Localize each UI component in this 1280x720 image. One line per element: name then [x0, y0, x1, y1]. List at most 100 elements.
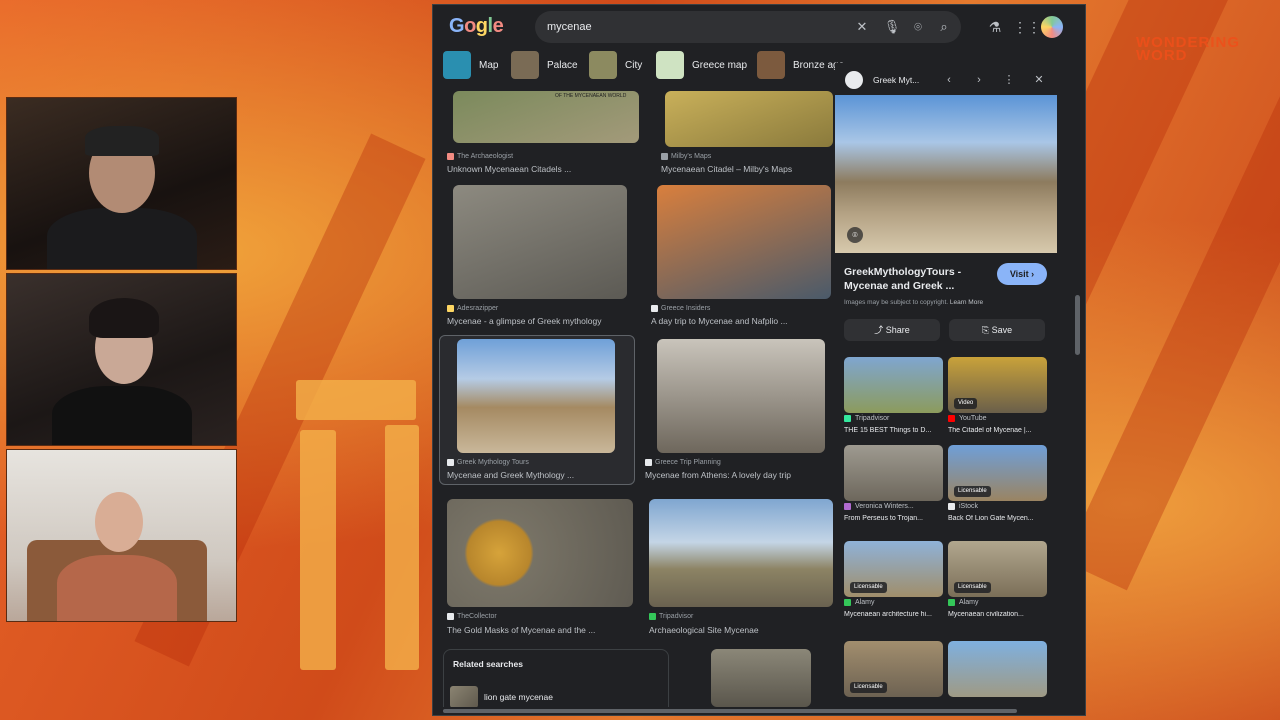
- related-image-thumb: Licensable: [844, 541, 943, 597]
- image-caption-text: OF THE MYCENAEAN WORLD: [555, 93, 627, 99]
- related-search-item[interactable]: lion gate mycenae: [450, 686, 553, 707]
- preview-title[interactable]: GreekMythologyTours - Mycenae and Greek …: [844, 265, 994, 293]
- search-box: ✕ 🎙 ⌾ ⌕: [535, 11, 961, 43]
- close-icon[interactable]: ✕: [1031, 72, 1047, 88]
- result-card-selected[interactable]: Greek Mythology Tours Mycenae and Greek …: [447, 339, 637, 485]
- result-title: Mycenaean Citadel – Milby's Maps: [661, 164, 793, 174]
- related-image-thumb: [844, 445, 943, 501]
- result-image: [453, 185, 627, 299]
- close-icon[interactable]: ✕: [853, 18, 871, 36]
- person-body: [47, 208, 197, 269]
- result-title: Archaeological Site Mycenae: [649, 625, 759, 635]
- result-source: Greece Insiders: [651, 305, 710, 312]
- licensable-badge: Licensable: [954, 582, 991, 593]
- related-image-source: Alamy: [844, 599, 874, 606]
- browser-window: Gogle ✕ 🎙 ⌾ ⌕ ⚗ ⋮⋮ Map Palace City Greec…: [432, 4, 1086, 716]
- share-icon: ⤴: [874, 325, 884, 335]
- hat: [85, 126, 159, 156]
- result-title: Mycenae and Greek Mythology ...: [447, 470, 575, 480]
- result-card[interactable]: Greece Insiders A day trip to Mycenae an…: [649, 185, 833, 331]
- related-image-source: Veronica Winters...: [844, 503, 914, 510]
- result-image: [649, 499, 833, 607]
- webcam-host-2: [6, 273, 237, 446]
- chevron-right-icon[interactable]: ›: [971, 72, 987, 88]
- result-source: Milby's Maps: [661, 153, 711, 160]
- webcam-host-1: [6, 97, 237, 270]
- result-card[interactable]: Greece Trip Planning Mycenae from Athens…: [643, 339, 833, 485]
- related-searches: Related searches lion gate mycenae: [443, 649, 669, 707]
- chevron-left-icon[interactable]: ‹: [941, 72, 957, 88]
- horizontal-scrollbar[interactable]: [443, 709, 1017, 713]
- chip-bronze-age[interactable]: Bronze age: [757, 49, 843, 81]
- related-thumbnail: [450, 686, 478, 707]
- related-image-source: Alamy: [948, 599, 978, 606]
- visit-button[interactable]: Visit ›: [997, 263, 1047, 285]
- source-favicon: [948, 415, 955, 422]
- chip-greece-map[interactable]: Greece map: [656, 49, 747, 81]
- search-input[interactable]: [547, 19, 847, 35]
- result-image: [457, 339, 615, 453]
- chip-palace[interactable]: Palace: [511, 49, 578, 81]
- related-image-title: Back Of Lion Gate Mycen...: [948, 515, 1034, 522]
- avatar[interactable]: [1039, 14, 1065, 40]
- result-card[interactable]: Milby's Maps Mycenaean Citadel – Milby's…: [659, 91, 833, 174]
- image-results: OF THE MYCENAEAN WORLD The Archaeologist…: [433, 87, 833, 707]
- google-logo[interactable]: Gogle: [449, 15, 504, 38]
- camera-icon[interactable]: ⌾: [909, 18, 927, 36]
- related-image-thumb: [948, 641, 1047, 697]
- result-card[interactable]: Tripadvisor Archaeological Site Mycenae: [649, 499, 833, 645]
- result-title: Unknown Mycenaean Citadels ...: [447, 164, 572, 174]
- apps-grid-icon[interactable]: ⋮⋮: [1013, 17, 1041, 37]
- learn-more-link[interactable]: Learn More: [950, 299, 983, 306]
- result-card[interactable]: OF THE MYCENAEAN WORLD The Archaeologist…: [447, 91, 639, 174]
- chip-map[interactable]: Map: [443, 49, 498, 81]
- licensable-badge: Licensable: [850, 582, 887, 593]
- chip-thumbnail: [511, 51, 539, 79]
- source-favicon: [447, 613, 454, 620]
- result-card[interactable]: [711, 649, 811, 707]
- person-head: [95, 492, 143, 552]
- licensable-badge: Licensable: [850, 682, 887, 693]
- source-favicon: [948, 503, 955, 510]
- result-source: Greece Trip Planning: [645, 459, 721, 466]
- related-image-thumb: [844, 357, 943, 413]
- result-image: [657, 339, 825, 453]
- source-favicon: [845, 71, 863, 89]
- result-source: TheCollector: [447, 613, 497, 620]
- background-pillar: [296, 380, 416, 420]
- result-image: [711, 649, 811, 707]
- webcam-host-3: [6, 449, 237, 622]
- source-favicon: [661, 153, 668, 160]
- vertical-scrollbar[interactable]: [1075, 295, 1080, 355]
- result-card[interactable]: Adesrazipper Mycenae - a glimpse of Gree…: [447, 185, 637, 331]
- related-image-title: Mycenaean civilization...: [948, 611, 1024, 618]
- result-title: The Gold Masks of Mycenae and the ...: [447, 625, 596, 635]
- background-pillar: [300, 430, 336, 670]
- result-title: Mycenae from Athens: A lovely day trip: [645, 470, 791, 480]
- chip-thumbnail: [656, 51, 684, 79]
- related-image-title: From Perseus to Trojan...: [844, 515, 923, 522]
- source-favicon: [447, 459, 454, 466]
- result-card[interactable]: TheCollector The Gold Masks of Mycenae a…: [447, 499, 637, 645]
- share-button[interactable]: ⤴ Share: [844, 319, 940, 341]
- source-favicon: [447, 305, 454, 312]
- related-searches-heading: Related searches: [453, 659, 523, 669]
- lens-icon[interactable]: ⌾: [847, 227, 863, 243]
- result-source: Tripadvisor: [649, 613, 693, 620]
- image-preview-panel: Greek Myt... ‹ › ⋮ ✕ ⌾ GreekMythologyTou…: [835, 63, 1057, 713]
- save-button[interactable]: ⎘ Save: [949, 319, 1045, 341]
- more-options-icon[interactable]: ⋮: [1001, 72, 1017, 88]
- search-icon[interactable]: ⌕: [935, 18, 953, 36]
- source-favicon: [844, 415, 851, 422]
- related-image-title: The Citadel of Mycenae |...: [948, 427, 1032, 434]
- chip-city[interactable]: City: [589, 49, 642, 81]
- source-favicon: [844, 599, 851, 606]
- filter-chips: Map Palace City Greece map Bronze age: [443, 49, 843, 81]
- related-image-thumb: Licensable: [844, 641, 943, 697]
- related-image-source: YouTube: [948, 415, 987, 422]
- related-image-source: iStock: [948, 503, 978, 510]
- result-image: [447, 499, 633, 607]
- labs-icon[interactable]: ⚗: [985, 17, 1005, 37]
- preview-image[interactable]: ⌾: [835, 95, 1057, 253]
- mic-icon[interactable]: 🎙: [883, 18, 901, 36]
